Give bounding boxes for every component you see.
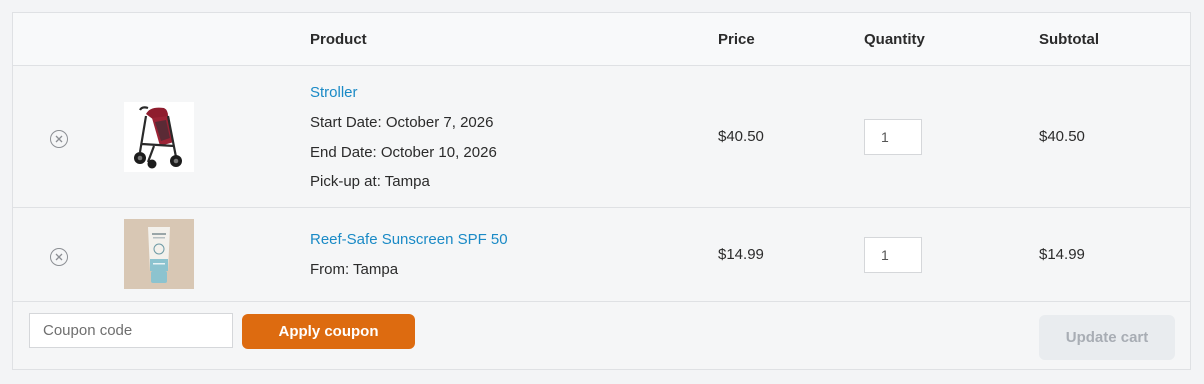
coupon-code-input[interactable] [29,313,233,348]
item-price: $14.99 [718,246,764,263]
product-end-date: End Date: October 10, 2026 [310,144,497,161]
apply-coupon-button[interactable]: Apply coupon [242,314,415,349]
header-quantity: Quantity [864,31,925,48]
close-icon [55,135,63,143]
close-icon [55,253,63,261]
product-info: Reef-Safe Sunscreen SPF 50 From: Tampa [310,231,690,281]
item-subtotal: $14.99 [1039,246,1085,263]
quantity-input[interactable] [864,237,922,273]
remove-item-button[interactable] [50,130,68,148]
table-row: Reef-Safe Sunscreen SPF 50 From: Tampa $… [13,208,1190,302]
table-row: Stroller Start Date: October 7, 2026 End… [13,66,1190,208]
product-name-link[interactable]: Stroller [310,84,358,101]
product-info: Stroller Start Date: October 7, 2026 End… [310,84,690,194]
item-subtotal: $40.50 [1039,128,1085,145]
product-thumbnail[interactable] [124,102,194,172]
quantity-input[interactable] [864,119,922,155]
stroller-image [124,102,194,172]
product-pickup-location: Pick-up at: Tampa [310,173,430,190]
product-thumbnail[interactable] [124,219,194,289]
header-subtotal: Subtotal [1039,31,1099,48]
header-product: Product [310,31,367,48]
item-price: $40.50 [718,128,764,145]
product-origin-location: From: Tampa [310,261,399,278]
product-name-link[interactable]: Reef-Safe Sunscreen SPF 50 [310,231,508,248]
cart-table: Product Price Quantity Subtotal Stroller… [12,12,1191,370]
product-start-date: Start Date: October 7, 2026 [310,114,494,131]
table-header: Product Price Quantity Subtotal [13,13,1190,66]
sunscreen-tube-image [124,219,194,289]
remove-item-button[interactable] [50,248,68,266]
update-cart-button[interactable]: Update cart [1039,315,1175,360]
header-price: Price [718,31,755,48]
